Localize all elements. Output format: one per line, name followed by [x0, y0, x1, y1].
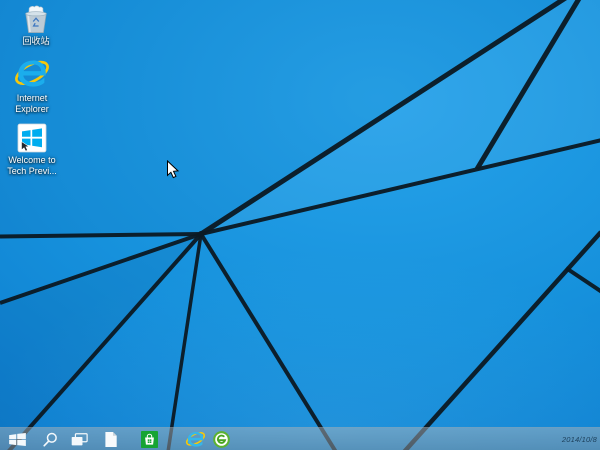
360-browser-icon	[212, 430, 230, 448]
recycle-bin-icon	[25, 5, 47, 33]
wallpaper-rays	[0, 0, 600, 450]
desktop-icon-label: Explorer	[15, 103, 49, 114]
desktop-icon-welcome-tech-preview[interactable]: Welcome to Tech Previ...	[0, 123, 64, 176]
search-button[interactable]	[38, 428, 62, 450]
store-taskbar-button[interactable]	[136, 428, 162, 450]
search-icon	[42, 432, 57, 447]
desktop-icon-internet-explorer[interactable]: Internet Explorer	[0, 57, 64, 114]
mouse-cursor-icon	[167, 160, 180, 179]
desktop-icon-recycle-bin[interactable]: 回收站	[4, 4, 68, 47]
start-button[interactable]	[3, 428, 31, 450]
taskbar-clock[interactable]: 2014/10/8	[562, 435, 597, 444]
windows-start-icon	[8, 432, 26, 446]
desktop: 回收站 Internet Explorer Welcome to Tech Pr…	[0, 0, 600, 450]
task-view-button[interactable]	[66, 428, 92, 450]
internet-explorer-icon	[185, 431, 205, 447]
windows-store-icon	[140, 430, 158, 448]
desktop-icon-label: Internet	[16, 93, 48, 103]
document-icon	[105, 431, 117, 447]
welcome-tile-icon	[17, 123, 47, 153]
desktop-icon-label: 回收站	[22, 36, 50, 46]
browser-360-taskbar-button[interactable]	[208, 428, 234, 450]
internet-explorer-taskbar-button[interactable]	[182, 428, 208, 450]
internet-explorer-icon	[15, 60, 49, 87]
taskbar: 2014/10/8	[0, 427, 600, 450]
document-taskbar-button[interactable]	[98, 428, 124, 450]
desktop-icon-label: Tech Previ...	[7, 165, 57, 176]
task-view-icon	[71, 432, 88, 445]
desktop-icon-label: Welcome to	[8, 155, 56, 165]
